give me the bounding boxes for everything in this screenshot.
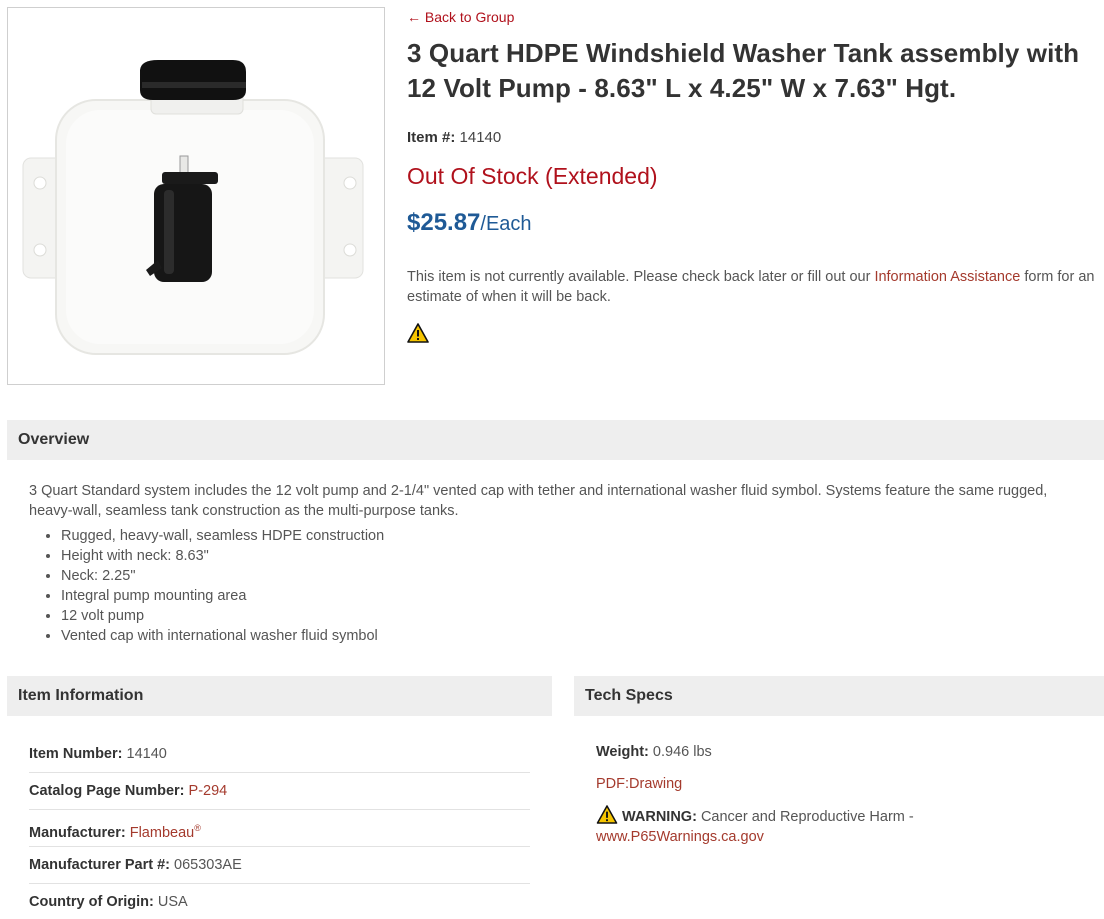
row-label: Catalog Page Number:	[29, 783, 185, 799]
weight-label: Weight:	[596, 744, 649, 760]
list-item: Rugged, heavy-wall, seamless HDPE constr…	[61, 526, 1089, 546]
catalog-page-link[interactable]: P-294	[189, 783, 228, 799]
item-number-label: Item #:	[407, 129, 456, 146]
price-unit: /Each	[480, 213, 532, 235]
washer-tank-image	[22, 60, 364, 355]
back-to-group-link[interactable]: ← Back to Group	[407, 9, 514, 27]
prop65-warning: WARNING: Cancer and Reproductive Harm - …	[596, 805, 1096, 847]
p65-warnings-link[interactable]: www.P65Warnings.ca.gov	[596, 829, 764, 845]
item-information-heading: Item Information	[7, 676, 552, 716]
registered-mark: ®	[194, 823, 201, 833]
product-image[interactable]	[7, 7, 385, 385]
warning-triangle-icon[interactable]	[407, 323, 429, 343]
list-item: 12 volt pump	[61, 606, 1089, 626]
tech-specs-content: Weight: 0.946 lbs PDF:Drawing WARNING: C…	[596, 744, 1096, 847]
product-title: 3 Quart HDPE Windshield Washer Tank asse…	[407, 38, 1080, 103]
overview-feature-list: Rugged, heavy-wall, seamless HDPE constr…	[29, 526, 1089, 646]
item-number-value: 14140	[459, 129, 502, 146]
row-label: Country of Origin:	[29, 894, 154, 910]
list-item: Integral pump mounting area	[61, 586, 1089, 606]
list-item: Height with neck: 8.63"	[61, 546, 1089, 566]
tech-specs-heading: Tech Specs	[574, 676, 1104, 716]
table-row: Country of Origin: USA	[29, 884, 530, 919]
table-row: Manufacturer: Flambeau®	[29, 810, 530, 847]
information-assistance-link[interactable]: Information Assistance	[874, 269, 1020, 285]
list-item: Vented cap with international washer flu…	[61, 626, 1089, 646]
row-label: Manufacturer Part #:	[29, 857, 171, 873]
weight-row: Weight: 0.946 lbs	[596, 744, 1096, 760]
warning-label: WARNING:	[622, 809, 697, 825]
weight-value: 0.946 lbs	[652, 744, 712, 760]
availability-notice: This item is not currently available. Pl…	[407, 267, 1097, 307]
price-row: $25.87/Each	[407, 209, 1097, 237]
row-value: USA	[157, 894, 188, 910]
row-value: 14140	[126, 746, 167, 762]
manufacturer-link[interactable]: Flambeau	[130, 825, 194, 841]
table-row: Item Number: 14140	[29, 736, 530, 773]
row-value: 065303AE	[174, 857, 242, 873]
table-row: Manufacturer Part #: 065303AE	[29, 847, 530, 884]
overview-content: 3 Quart Standard system includes the 12 …	[29, 481, 1089, 646]
table-row: Catalog Page Number: P-294	[29, 773, 530, 810]
overview-heading: Overview	[7, 420, 1104, 460]
warning-triangle-icon	[596, 805, 618, 824]
warning-text: Cancer and Reproductive Harm -	[700, 809, 914, 825]
notice-text-prefix: This item is not currently available. Pl…	[407, 269, 871, 285]
stock-status: Out Of Stock (Extended)	[407, 163, 658, 189]
overview-description: 3 Quart Standard system includes the 12 …	[29, 483, 1048, 519]
price-value: $25.87	[407, 209, 481, 236]
item-information-table: Item Number: 14140 Catalog Page Number: …	[29, 736, 530, 919]
list-item: Neck: 2.25"	[61, 566, 1089, 586]
row-label: Item Number:	[29, 746, 123, 762]
row-label: Manufacturer:	[29, 824, 126, 841]
item-number-row: Item #: 14140	[407, 129, 1097, 146]
pdf-drawing-link[interactable]: PDF:Drawing	[596, 776, 1096, 792]
product-info: ← Back to Group 3 Quart HDPE Windshield …	[407, 9, 1097, 348]
